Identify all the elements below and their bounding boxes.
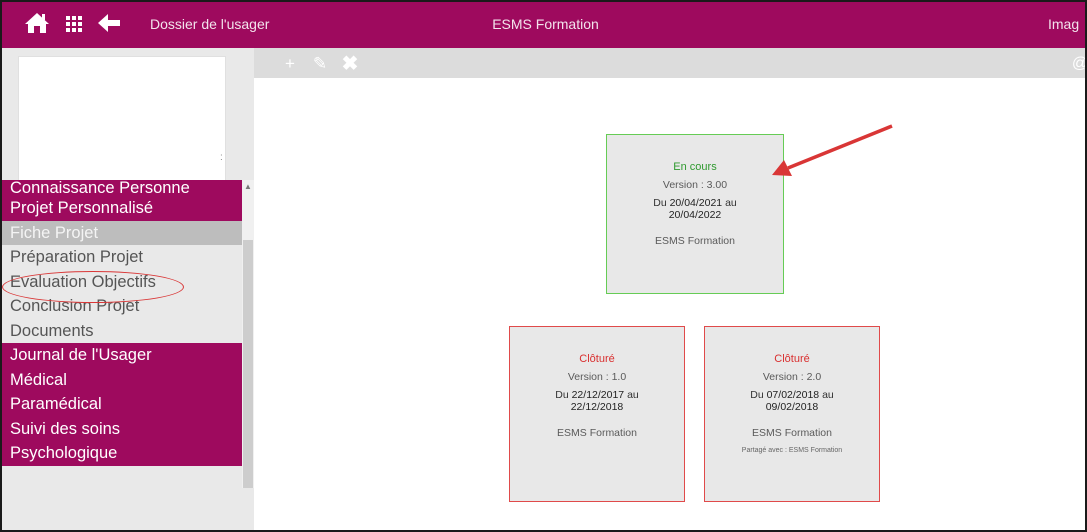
menu-item-journal-usager[interactable]: Journal de l'Usager	[2, 343, 242, 368]
menu-item-connaissance-personne[interactable]: Connaissance Personne	[2, 180, 242, 196]
card-organization: ESMS Formation	[557, 427, 637, 439]
home-icon[interactable]	[24, 10, 50, 36]
at-icon[interactable]: @	[1070, 55, 1085, 73]
delete-x-icon[interactable]: ✖	[340, 54, 360, 74]
edit-pencil-icon[interactable]: ✎	[310, 55, 330, 73]
card-from-prefix: Du	[750, 389, 764, 401]
app-window: Dossier de l'usager ESMS Formation Imag …	[0, 0, 1087, 532]
card-version: Version : 3.00	[662, 179, 728, 191]
menu-item-evaluation-objectifs[interactable]: Evaluation Objectifs	[2, 269, 242, 294]
menu-item-documents[interactable]: Documents	[2, 318, 242, 343]
menu-item-conclusion-projet[interactable]: Conclusion Projet	[2, 294, 242, 319]
card-dates: Du 07/02/2018 au 09/02/2018	[727, 389, 857, 413]
card-from-prefix: Du	[555, 389, 569, 401]
menu-item-suivi-soins[interactable]: Suivi des soins	[2, 416, 242, 441]
scroll-up-arrow-icon[interactable]: ▲	[242, 182, 254, 192]
apps-grid-icon[interactable]	[64, 14, 84, 34]
card-dates: Du 22/12/2017 au 22/12/2018	[532, 389, 662, 413]
card-status: En cours	[673, 161, 717, 173]
photo-caption-fragment: :	[220, 152, 223, 163]
card-date-to: 20/04/2022	[668, 209, 722, 221]
menu-item-medical[interactable]: Médical	[2, 367, 242, 392]
sidebar-scrollbar[interactable]: ▲	[242, 180, 254, 488]
card-shared-with: Partagé avec : ESMS Formation	[741, 447, 843, 454]
top-right-tab[interactable]: Imag	[1048, 16, 1079, 32]
menu-item-preparation-projet[interactable]: Préparation Projet	[2, 245, 242, 270]
card-date-to: 22/12/2018	[570, 401, 624, 413]
card-organization: ESMS Formation	[655, 235, 735, 247]
project-card-current[interactable]: En cours Version : 3.00 Du 20/04/2021 au…	[606, 134, 784, 294]
back-arrow-icon[interactable]	[96, 10, 122, 36]
scroll-thumb[interactable]	[243, 240, 253, 488]
toolbar: + ✎ ✖ @	[254, 48, 1085, 78]
menu-item-psychologique[interactable]: Psychologique	[2, 441, 242, 466]
card-dates: Du 20/04/2021 au 20/04/2022	[630, 197, 760, 221]
card-status: Clôturé	[774, 353, 810, 365]
card-status: Clôturé	[579, 353, 615, 365]
card-date-from: 22/12/2017	[571, 389, 625, 401]
add-document-icon[interactable]: +	[280, 55, 300, 73]
card-date-to: 09/02/2018	[765, 401, 819, 413]
card-from-prefix: Du	[653, 197, 667, 209]
card-date-from: 20/04/2021	[669, 197, 723, 209]
card-version: Version : 1.0	[567, 371, 627, 383]
card-date-from: 07/02/2018	[766, 389, 820, 401]
top-bar: Dossier de l'usager ESMS Formation Imag	[2, 2, 1085, 48]
menu-item-fiche-projet[interactable]: Fiche Projet	[2, 220, 242, 245]
card-organization: ESMS Formation	[752, 427, 832, 439]
card-to-prefix: au	[725, 197, 737, 209]
breadcrumb[interactable]: Dossier de l'usager	[150, 16, 269, 32]
card-to-prefix: au	[627, 389, 639, 401]
project-card-closed-v2[interactable]: Clôturé Version : 2.0 Du 07/02/2018 au 0…	[704, 326, 880, 502]
menu-item-projet-personnalise[interactable]: Projet Personnalisé	[2, 196, 242, 221]
sidebar-menu: Connaissance Personne Projet Personnalis…	[2, 180, 242, 466]
card-version: Version : 2.0	[762, 371, 822, 383]
card-to-prefix: au	[822, 389, 834, 401]
menu-item-paramedical[interactable]: Paramédical	[2, 392, 242, 417]
project-card-closed-v1[interactable]: Clôturé Version : 1.0 Du 22/12/2017 au 2…	[509, 326, 685, 502]
